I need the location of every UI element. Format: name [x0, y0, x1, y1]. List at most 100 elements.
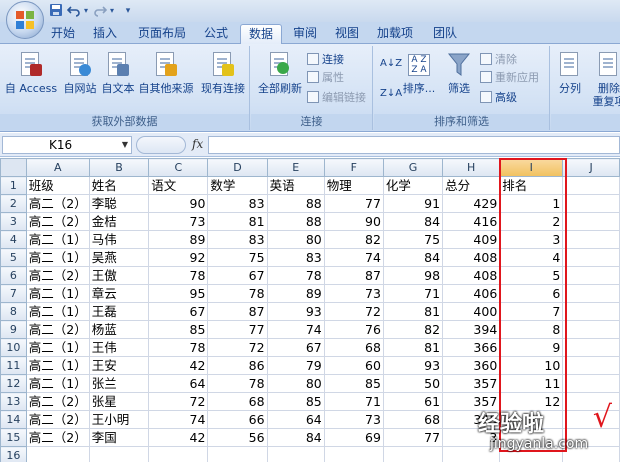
cell[interactable] — [266, 446, 325, 462]
cell[interactable]: 73 — [323, 284, 384, 303]
cell[interactable] — [562, 302, 620, 321]
cell[interactable]: 77 — [323, 194, 384, 213]
row-header[interactable]: 11 — [0, 356, 27, 375]
cell[interactable]: 64 — [148, 374, 209, 393]
cell[interactable]: 王伟 — [88, 338, 150, 357]
cell[interactable]: 李国 — [88, 428, 150, 447]
cell[interactable]: 7 — [499, 302, 564, 321]
row-header[interactable]: 12 — [0, 374, 27, 393]
cell[interactable]: 78 — [266, 266, 325, 285]
cell[interactable]: 74 — [266, 320, 325, 339]
name-box-dropdown-icon[interactable]: ▼ — [122, 137, 128, 153]
cell[interactable]: 杨蓝 — [88, 320, 150, 339]
cell[interactable] — [562, 176, 620, 195]
cell[interactable] — [499, 410, 564, 429]
cell[interactable] — [562, 392, 620, 411]
cell[interactable]: 高二（1） — [25, 356, 90, 375]
row-header[interactable]: 5 — [0, 248, 27, 267]
formula-bar-handle[interactable] — [136, 136, 186, 154]
cell[interactable]: 王小明 — [88, 410, 150, 429]
tab-data[interactable]: 数据 — [240, 24, 282, 44]
cell[interactable]: 83 — [207, 230, 268, 249]
row-header[interactable]: 2 — [0, 194, 27, 213]
refresh-all-button[interactable]: 全部刷新 — [255, 50, 305, 95]
cell[interactable] — [562, 446, 620, 462]
cell[interactable]: 9 — [499, 338, 564, 357]
cell[interactable] — [442, 446, 501, 462]
cell[interactable]: 11 — [499, 374, 564, 393]
cell[interactable]: 78 — [148, 266, 209, 285]
column-header-h[interactable]: H — [442, 158, 501, 177]
cell[interactable]: 72 — [148, 392, 209, 411]
cell[interactable] — [562, 374, 620, 393]
cell[interactable]: 数学 — [207, 176, 268, 195]
office-button[interactable] — [6, 1, 44, 39]
cell[interactable]: 张兰 — [88, 374, 150, 393]
cell[interactable]: 357 — [442, 374, 501, 393]
cell[interactable]: 406 — [442, 284, 501, 303]
cell[interactable]: 82 — [323, 230, 384, 249]
cell[interactable]: 班级 — [25, 176, 90, 195]
tab-view[interactable]: 视图 — [330, 24, 364, 44]
cell[interactable]: 400 — [442, 302, 501, 321]
row-header[interactable]: 3 — [0, 212, 27, 231]
tab-formulas[interactable]: 公式 — [198, 24, 234, 44]
cell[interactable]: 90 — [323, 212, 384, 231]
cell[interactable]: 吴燕 — [88, 248, 150, 267]
cell[interactable]: 67 — [207, 266, 268, 285]
cell[interactable]: 86 — [207, 356, 268, 375]
cell[interactable]: 英语 — [266, 176, 325, 195]
tab-add-ins[interactable]: 加载项 — [372, 24, 418, 44]
cell[interactable]: 77 — [207, 320, 268, 339]
cell[interactable]: 80 — [266, 374, 325, 393]
cell[interactable]: 75 — [382, 230, 444, 249]
cell[interactable]: 高二（1） — [25, 230, 90, 249]
cell[interactable]: 366 — [442, 338, 501, 357]
cell[interactable]: 物理 — [323, 176, 384, 195]
cell[interactable]: 83 — [266, 248, 325, 267]
cell[interactable]: 高二（2） — [25, 320, 90, 339]
column-header-c[interactable]: C — [148, 158, 209, 177]
cell[interactable] — [562, 248, 620, 267]
clear-button[interactable]: 清除 — [480, 52, 517, 68]
cell[interactable]: 78 — [148, 338, 209, 357]
from-web-button[interactable]: 自网站 — [60, 50, 100, 95]
cell[interactable]: 394 — [442, 320, 501, 339]
cell[interactable]: 81 — [207, 212, 268, 231]
cell[interactable]: 89 — [148, 230, 209, 249]
cell[interactable]: 姓名 — [88, 176, 150, 195]
row-header[interactable]: 16 — [0, 446, 27, 462]
tab-review[interactable]: 审阅 — [288, 24, 322, 44]
cell[interactable]: 74 — [148, 410, 209, 429]
connections-button[interactable]: 连接 — [307, 52, 344, 68]
cell[interactable]: 马伟 — [88, 230, 150, 249]
cell[interactable]: 81 — [382, 338, 444, 357]
cell[interactable]: 66 — [207, 410, 268, 429]
row-header[interactable]: 9 — [0, 320, 27, 339]
column-header-e[interactable]: E — [266, 158, 325, 177]
cell[interactable] — [382, 446, 444, 462]
sort-za-icon[interactable]: Z↓A — [380, 86, 402, 102]
cell[interactable]: 71 — [323, 392, 384, 411]
cell[interactable]: 排名 — [499, 176, 564, 195]
cell[interactable] — [562, 212, 620, 231]
row-header[interactable]: 13 — [0, 392, 27, 411]
cell[interactable]: 68 — [323, 338, 384, 357]
cell[interactable]: 93 — [382, 356, 444, 375]
cell[interactable]: 81 — [382, 302, 444, 321]
cell[interactable]: 高二（2） — [25, 194, 90, 213]
cell[interactable]: 67 — [266, 338, 325, 357]
cell[interactable]: 87 — [207, 302, 268, 321]
cell[interactable]: 化学 — [382, 176, 444, 195]
cell[interactable]: 85 — [148, 320, 209, 339]
cell[interactable] — [562, 410, 620, 429]
tab-page-layout[interactable]: 页面布局 — [132, 24, 192, 44]
cell[interactable] — [562, 284, 620, 303]
cell[interactable]: 409 — [442, 230, 501, 249]
cell[interactable]: 高二（1） — [25, 284, 90, 303]
cell[interactable]: 408 — [442, 248, 501, 267]
cell[interactable]: 高二（2） — [25, 212, 90, 231]
row-header[interactable]: 15 — [0, 428, 27, 447]
from-other-sources-button[interactable]: 自其他来源 — [136, 50, 196, 95]
filter-button[interactable]: 筛选 — [442, 50, 476, 95]
